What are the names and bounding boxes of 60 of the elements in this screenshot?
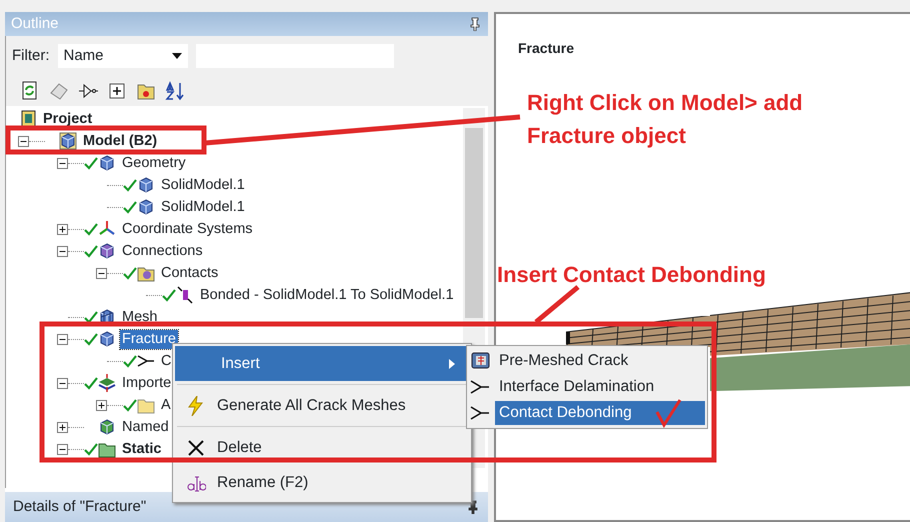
menu-item[interactable]: Generate All Crack Meshes <box>175 388 469 423</box>
tree-item[interactable]: A <box>159 396 173 414</box>
tree-item[interactable]: Project <box>41 110 94 128</box>
tree-item[interactable]: Bonded - SolidModel.1 To SolidModel.1 <box>198 286 456 304</box>
lightning-icon <box>186 396 206 416</box>
expand-icon[interactable] <box>57 224 68 234</box>
crack-mesh-icon <box>469 351 491 371</box>
dropdown-arrow-icon[interactable] <box>172 53 182 59</box>
scrollbar-thumb[interactable] <box>465 128 483 318</box>
filter-label: Filter: <box>12 46 50 66</box>
viewport-title: Fracture <box>518 39 574 58</box>
collapse-icon[interactable] <box>57 246 68 256</box>
tree-item[interactable]: Importe <box>120 374 174 392</box>
filter-dropdown[interactable]: Name <box>58 44 188 68</box>
tree-item[interactable]: C <box>159 352 174 370</box>
cube-icon <box>98 154 116 172</box>
cube-icon <box>98 330 116 348</box>
tree-item[interactable]: Fracture <box>120 330 178 348</box>
collapse-icon[interactable] <box>57 444 68 454</box>
menu-item[interactable]: Pre-Meshed Crack <box>495 349 632 373</box>
check-mark <box>656 399 682 428</box>
tree-item[interactable]: Static <box>120 440 164 458</box>
sort-icon[interactable] <box>165 81 185 101</box>
tree-item[interactable]: Named <box>120 418 171 436</box>
submenu-arrow-icon <box>449 358 455 368</box>
menu-item[interactable]: Insert <box>175 346 469 381</box>
menu-item[interactable]: Contact Debonding <box>495 401 705 425</box>
tree-item[interactable]: Model (B2) <box>81 132 160 150</box>
layers-icon <box>98 374 116 392</box>
collapse-icon[interactable] <box>96 268 107 278</box>
menu-item[interactable]: Interface Delamination <box>495 375 658 399</box>
tree-item[interactable]: Mesh <box>120 308 160 326</box>
panel-header: Outline <box>5 12 488 36</box>
delete-icon <box>186 438 206 458</box>
collapse-icon[interactable] <box>57 378 68 388</box>
pin-icon[interactable] <box>466 500 480 514</box>
cube-icon <box>137 176 155 194</box>
cube-icon <box>59 132 77 150</box>
collapse-icon[interactable] <box>18 136 29 146</box>
annotation-text: Right Click on Model> add Fracture object <box>527 89 804 150</box>
tree-item[interactable]: SolidModel.1 <box>159 198 247 216</box>
tree-item[interactable]: Geometry <box>120 154 188 172</box>
tree-item[interactable]: Contacts <box>159 264 220 282</box>
menu-item[interactable]: Delete <box>175 430 469 465</box>
contact-icon <box>176 286 194 304</box>
cube-icon <box>98 242 116 260</box>
expand-icon[interactable] <box>107 81 127 101</box>
tree-item[interactable]: SolidModel.1 <box>159 176 247 194</box>
tree-item[interactable]: Coordinate Systems <box>120 220 255 238</box>
tree-item[interactable]: Connections <box>120 242 205 260</box>
expand-icon[interactable] <box>96 400 107 410</box>
expand-icon[interactable] <box>57 422 68 432</box>
pin-icon[interactable] <box>468 17 482 31</box>
cube-icon <box>137 198 155 216</box>
collapse-icon[interactable] <box>57 158 68 168</box>
collapse-icon[interactable] <box>57 334 68 344</box>
eraser-icon[interactable] <box>49 81 69 101</box>
notebook-icon <box>19 110 37 128</box>
annotation-text: Insert Contact Debonding <box>497 261 767 289</box>
cube-icon <box>98 418 116 436</box>
